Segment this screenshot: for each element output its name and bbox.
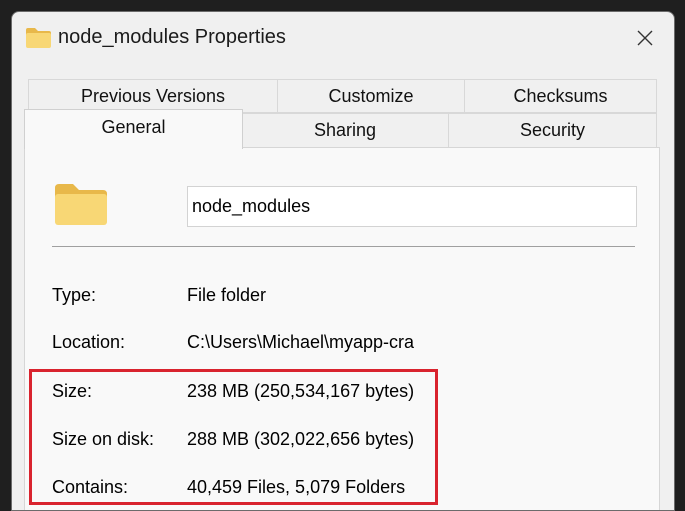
tab-checksums[interactable]: Checksums	[464, 79, 657, 113]
tab-label: Security	[519, 120, 586, 140]
divider	[52, 246, 635, 247]
type-label: Type:	[52, 285, 97, 305]
general-tab-panel: Type: File folder Location: C:\Users\Mic…	[24, 147, 660, 510]
folder-icon	[55, 184, 107, 225]
title-bar[interactable]: node_modules Properties	[12, 12, 674, 64]
tab-label: General	[101, 117, 166, 137]
location-value: C:\Users\Michael\myapp-cra	[187, 332, 415, 352]
close-icon	[637, 30, 653, 46]
folder-icon	[26, 28, 51, 48]
properties-dialog: node_modules Properties Previous Version…	[11, 11, 675, 511]
location-label: Location:	[52, 332, 126, 352]
close-button[interactable]	[620, 18, 670, 58]
tab-general[interactable]: General	[24, 109, 243, 149]
tab-previous-versions[interactable]: Previous Versions	[28, 79, 278, 113]
tab-customize[interactable]: Customize	[277, 79, 465, 113]
tab-security[interactable]: Security	[448, 113, 657, 148]
highlight-box	[29, 369, 438, 505]
type-value: File folder	[187, 285, 267, 305]
tab-sharing[interactable]: Sharing	[241, 113, 449, 148]
folder-name-field[interactable]	[187, 186, 637, 227]
tab-label: Previous Versions	[80, 85, 226, 106]
tab-label: Checksums	[513, 85, 608, 106]
window-title: node_modules Properties	[58, 26, 286, 48]
tab-label: Customize	[328, 85, 414, 106]
tab-label: Sharing	[313, 120, 377, 140]
